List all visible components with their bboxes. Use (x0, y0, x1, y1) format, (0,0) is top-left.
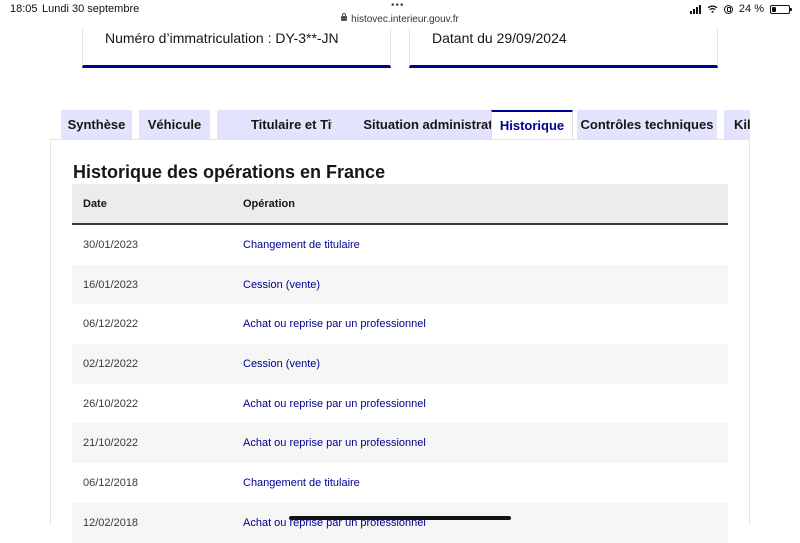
row-date: 30/01/2023 (83, 239, 139, 251)
row-operation: Achat ou reprise par un professionnel (243, 437, 426, 450)
table-row: 06/12/2018 Changement de titulaire (72, 463, 728, 503)
row-date: 06/12/2022 (83, 318, 139, 331)
tab-historique[interactable]: Historique (491, 110, 573, 139)
report-date: Datant du 29/09/2024 (432, 30, 567, 46)
tab-kilometrage[interactable]: Kilo (724, 110, 750, 139)
header-operation: Opération (243, 198, 295, 210)
battery-percent: 24 % (738, 3, 764, 15)
row-operation: Changement de titulaire (243, 477, 360, 490)
orientation-lock-icon (723, 4, 733, 14)
row-operation: Cession (vente) (243, 278, 321, 291)
registration-card: Numéro d’immatriculation : DY-3**-JN (82, 28, 391, 68)
table-row: 12/02/2018 Achat ou reprise par un profe… (72, 502, 728, 543)
row-operation: Achat ou reprise par un professionnel (243, 397, 426, 410)
address-bar[interactable]: histovec.interieur.gouv.fr (0, 13, 800, 25)
table-row: 26/10/2022 Achat ou reprise par un profe… (72, 384, 728, 424)
battery-fill (772, 6, 776, 12)
row-date: 16/01/2023 (83, 278, 139, 291)
battery-icon (770, 4, 792, 14)
tab-vehicule[interactable]: Véhicule (139, 110, 210, 139)
registration-number: Numéro d’immatriculation : DY-3**-JN (105, 30, 339, 46)
row-operation: Cession (vente) (243, 358, 321, 371)
wifi-icon (707, 5, 718, 13)
table-row: 02/12/2022 Cession (vente) (72, 344, 728, 384)
multitasking-dots-icon[interactable]: ••• (391, 0, 405, 11)
table-row: 06/12/2022 Achat ou reprise par un profe… (72, 304, 728, 344)
table-row: 21/10/2022 Achat ou reprise par un profe… (72, 423, 728, 464)
address-url: histovec.interieur.gouv.fr (351, 14, 459, 25)
row-date: 06/12/2018 (83, 477, 139, 490)
operations-table: Date Opération 30/01/2023 Changement de … (72, 184, 728, 543)
row-date: 02/12/2022 (83, 358, 139, 371)
table-header: Date Opération (72, 184, 728, 225)
row-operation: Changement de titulaire (243, 239, 360, 251)
cellular-signal-icon (689, 4, 701, 14)
status-indicators: 24 % (689, 3, 792, 15)
tab-bar: Synthèse Véhicule Titulaire et Titre Sit… (61, 110, 750, 139)
home-indicator[interactable] (289, 516, 511, 520)
row-date: 21/10/2022 (83, 437, 139, 450)
row-operation: Achat ou reprise par un professionnel (243, 318, 426, 331)
tab-synthese[interactable]: Synthèse (61, 110, 132, 139)
report-date-card: Datant du 29/09/2024 (409, 28, 718, 68)
row-date: 12/02/2018 (83, 516, 139, 529)
tab-controles-techniques[interactable]: Contrôles techniques (577, 110, 717, 139)
ios-status-bar: 18:05 Lundi 30 septembre ••• histovec.in… (0, 0, 800, 28)
table-row: 16/01/2023 Cession (vente) (72, 264, 728, 305)
section-title: Historique des opérations en France (73, 162, 386, 182)
table-row: 30/01/2023 Changement de titulaire (72, 225, 728, 265)
row-date: 26/10/2022 (83, 397, 139, 410)
lock-icon (341, 13, 348, 21)
header-date: Date (83, 198, 107, 210)
